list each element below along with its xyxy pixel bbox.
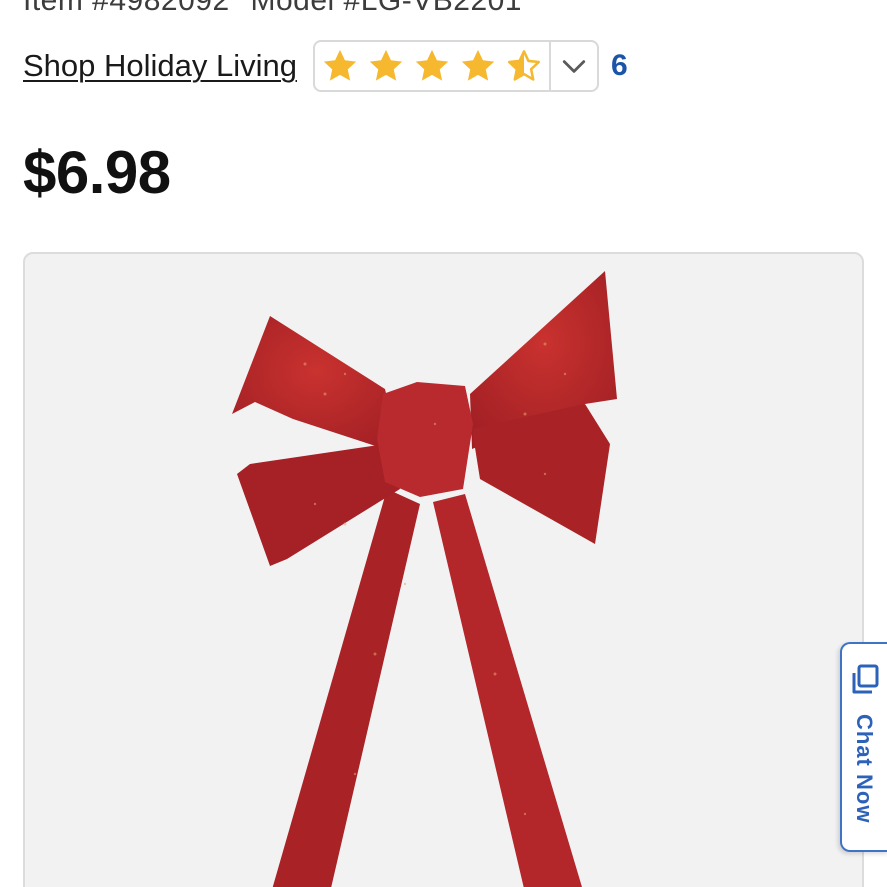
- chevron-down-icon: [562, 60, 586, 73]
- star-icon-full: [369, 49, 403, 81]
- star-icon-full: [323, 49, 357, 81]
- star-icon-full: [415, 49, 449, 81]
- rating-toggle-button[interactable]: [549, 42, 597, 90]
- chat-bubble-icon: [852, 664, 879, 694]
- product-price: $6.98: [23, 139, 171, 206]
- product-image-card[interactable]: [23, 252, 864, 887]
- item-model-line: Item #4982092 Model #LG-VB2201: [23, 0, 534, 18]
- rating-summary[interactable]: [313, 40, 600, 92]
- star-icon-half: [508, 50, 541, 81]
- brand-rating-row: Shop Holiday Living 6: [23, 38, 628, 94]
- item-number: Item #4982092: [23, 0, 230, 17]
- star-rating: [315, 42, 549, 90]
- product-image-bow: [232, 271, 617, 887]
- chat-now-label: Chat Now: [852, 714, 877, 824]
- chat-now-button[interactable]: Chat Now: [840, 642, 887, 852]
- model-number: Model #LG-VB2201: [250, 0, 522, 17]
- shop-brand-link[interactable]: Shop Holiday Living: [23, 48, 297, 84]
- review-count-link[interactable]: 6: [611, 49, 628, 83]
- star-icon-full: [461, 49, 495, 81]
